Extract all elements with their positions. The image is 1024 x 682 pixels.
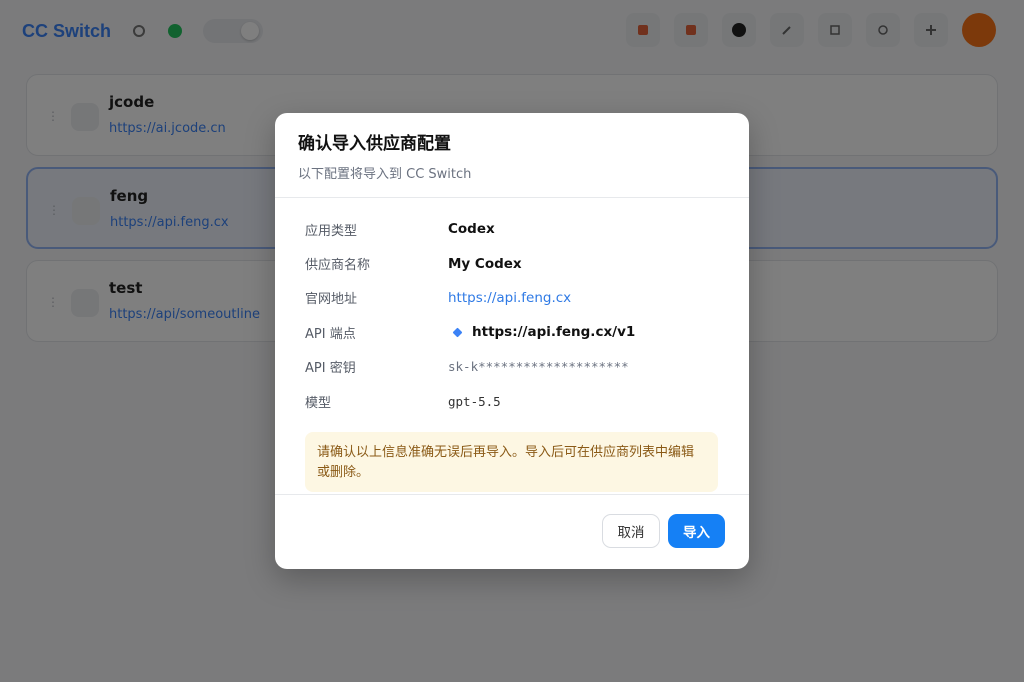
field-row-website: 官网地址 https://api.feng.cx <box>305 281 719 315</box>
field-label: API 端点 <box>305 326 356 342</box>
field-row-api-key: API 密钥 sk-k******************** <box>305 350 719 384</box>
dialog-subtitle: 以下配置将导入到 CC Switch <box>298 167 472 182</box>
field-label: 应用类型 <box>305 223 358 239</box>
diamond-bullet-icon <box>452 327 463 338</box>
cancel-button[interactable]: 取消 <box>602 514 660 548</box>
warning-notice: 请确认以上信息准确无误后再导入。导入后可在供应商列表中编辑或删除。 <box>305 432 718 493</box>
field-label: 模型 <box>305 395 332 411</box>
api-key-value: sk-k******************** <box>448 359 629 375</box>
dialog-header: 确认导入供应商配置 以下配置将导入到 CC Switch <box>275 113 749 198</box>
endpoint-value: https://api.feng.cx/v1 <box>472 324 636 341</box>
field-row-app-type: 应用类型 Codex <box>305 212 719 246</box>
model-value: gpt-5.5 <box>448 393 501 409</box>
app-type-value: Codex <box>448 221 495 238</box>
dialog-title: 确认导入供应商配置 <box>298 134 451 154</box>
field-row-model: 模型 gpt-5.5 <box>305 384 719 418</box>
import-confirm-dialog: 确认导入供应商配置 以下配置将导入到 CC Switch 应用类型 Codex … <box>275 113 749 569</box>
provider-name-value: My Codex <box>448 255 522 272</box>
field-row-endpoint: API 端点 https://api.feng.cx/v1 <box>305 315 719 349</box>
dialog-footer: 取消 导入 <box>275 495 749 569</box>
field-label: API 密钥 <box>305 361 356 377</box>
field-label: 官网地址 <box>305 292 358 308</box>
import-button[interactable]: 导入 <box>668 514 725 548</box>
dialog-body: 应用类型 Codex 供应商名称 My Codex 官网地址 https://a… <box>275 198 749 495</box>
website-link[interactable]: https://api.feng.cx <box>448 290 571 306</box>
field-label: 供应商名称 <box>305 258 371 274</box>
endpoint-item: https://api.feng.cx/v1 <box>448 324 635 340</box>
field-row-provider-name: 供应商名称 My Codex <box>305 246 719 280</box>
